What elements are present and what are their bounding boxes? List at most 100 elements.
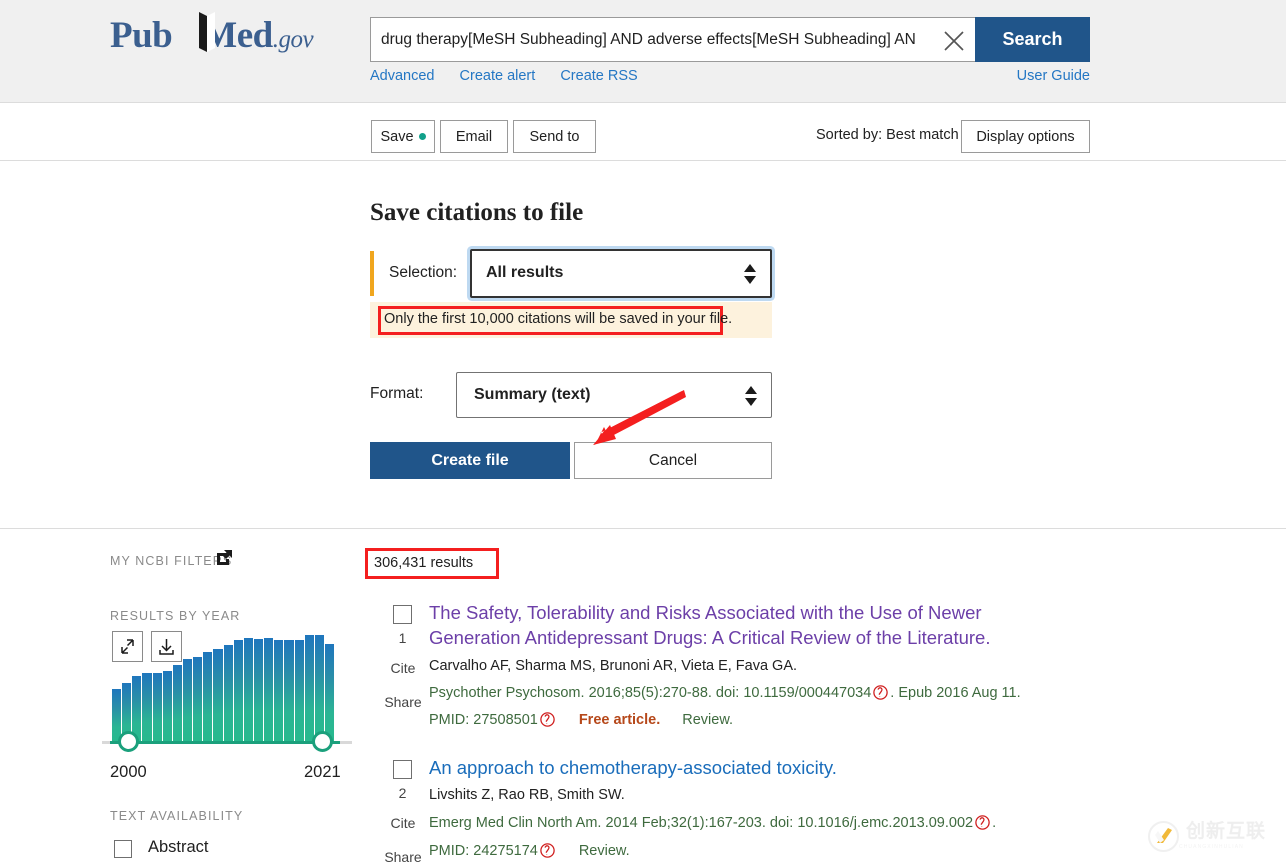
year-range-end-handle[interactable] (312, 731, 333, 752)
search-area: Search (370, 17, 1090, 62)
doi-link-icon[interactable] (540, 712, 555, 727)
download-chart-button[interactable] (151, 631, 182, 662)
search-button[interactable]: Search (975, 17, 1090, 62)
year-bar[interactable] (233, 640, 243, 743)
year-bar[interactable] (182, 658, 193, 743)
cancel-button[interactable]: Cancel (574, 442, 772, 479)
free-article-badge: Free article. (578, 712, 661, 728)
review-badge: Review. (682, 712, 734, 728)
header-links: Advanced Create alert Create RSS (370, 68, 659, 84)
year-bar[interactable] (324, 643, 335, 743)
journal-text: Emerg Med Clin North Am. 2014 Feb;32(1):… (429, 815, 974, 831)
year-bar[interactable] (314, 635, 324, 743)
cite-button[interactable]: Cite (383, 815, 423, 831)
year-bar[interactable] (193, 656, 203, 743)
year-bar[interactable] (203, 652, 213, 743)
result-checkbox[interactable] (393, 605, 412, 624)
create-rss-link[interactable]: Create RSS (560, 68, 637, 84)
save-button-label: Save (380, 128, 414, 145)
chevron-updown-icon (745, 386, 758, 406)
selection-accent-bar (370, 251, 374, 296)
expand-diagonal-icon (121, 639, 134, 654)
result-title-link[interactable]: An approach to chemotherapy-associated t… (429, 755, 1069, 780)
doi-link-icon[interactable] (873, 685, 889, 700)
year-start-label: 2000 (110, 763, 147, 781)
share-button[interactable]: Share (379, 849, 427, 862)
year-bar[interactable] (213, 649, 223, 743)
abstract-label: Abstract (148, 838, 209, 856)
year-bar[interactable] (304, 635, 314, 743)
results-by-year-chart (102, 631, 352, 752)
chevron-updown-icon (744, 264, 757, 284)
my-ncbi-filters-heading: MY NCBI FILTERS (110, 554, 233, 568)
saved-indicator-dot (418, 133, 426, 140)
cx-logo-icon (1148, 820, 1179, 852)
year-bar[interactable] (172, 665, 182, 743)
year-bar[interactable] (264, 638, 274, 743)
result-number: 1 (398, 630, 407, 646)
result-pmid-line: PMID: 27508501 Free article. Review. (429, 712, 733, 728)
search-input-wrapper (370, 17, 933, 62)
result-authors: Livshits Z, Rao RB, Smith SW. (429, 787, 625, 803)
doi-link-icon[interactable] (540, 843, 555, 858)
year-bar[interactable] (142, 672, 152, 743)
year-bar[interactable] (223, 644, 233, 743)
save-citations-panel: Save citations to file Selection: All re… (0, 161, 1286, 528)
selection-dropdown[interactable]: All results (470, 249, 772, 298)
expand-chart-button[interactable] (112, 631, 143, 662)
results-by-year-heading: RESULTS BY YEAR (110, 609, 241, 623)
pmid-text[interactable]: PMID: 24275174 (429, 843, 538, 859)
year-bar[interactable] (152, 672, 162, 743)
send-to-button[interactable]: Send to (513, 120, 596, 153)
download-icon (159, 639, 174, 655)
selection-row: Selection: All results (370, 249, 772, 298)
abstract-checkbox[interactable] (114, 840, 132, 858)
selection-value: All results (486, 264, 564, 281)
panel-title: Save citations to file (370, 199, 584, 226)
result-checkbox[interactable] (393, 760, 412, 779)
year-bar[interactable] (284, 640, 294, 743)
year-bar[interactable] (253, 639, 264, 743)
journal-suffix: . Epub 2016 Aug 11. (890, 685, 1021, 701)
create-alert-link[interactable]: Create alert (460, 68, 536, 84)
year-bar[interactable] (162, 670, 172, 743)
year-bar[interactable] (243, 638, 253, 743)
format-value: Summary (text) (474, 386, 591, 403)
pmid-text[interactable]: PMID: 27508501 (429, 712, 538, 728)
pubmed-search-results-page: Pub Med.gov Search Advanced Create alert … (0, 0, 1286, 862)
user-guide-link[interactable]: User Guide (1017, 68, 1090, 84)
result-title-link[interactable]: The Safety, Tolerability and Risks Assoc… (429, 600, 1069, 650)
format-label: Format: (370, 385, 424, 402)
review-badge: Review. (578, 843, 630, 859)
result-number: 2 (398, 785, 407, 801)
year-range-slider-track[interactable] (110, 741, 340, 744)
watermark: 创新互联 CHUANGXINHULIAN (1148, 818, 1276, 854)
share-button[interactable]: Share (379, 694, 427, 710)
doi-link-icon[interactable] (975, 815, 990, 830)
format-dropdown[interactable]: Summary (text) (456, 372, 772, 418)
text-availability-heading: TEXT AVAILABILITY (110, 809, 244, 823)
close-icon (944, 31, 964, 51)
watermark-subtext: CHUANGXINHULIAN (1179, 844, 1244, 850)
search-input[interactable] (371, 18, 933, 61)
year-bar[interactable] (274, 640, 284, 743)
results-action-bar: Save Email Send to Sorted by: Best match… (0, 104, 1286, 161)
save-button[interactable]: Save (371, 120, 435, 153)
cite-button[interactable]: Cite (383, 660, 423, 676)
display-options-button[interactable]: Display options (961, 120, 1090, 153)
year-range-start-handle[interactable] (118, 731, 139, 752)
clear-search-button[interactable] (933, 17, 975, 62)
pubmed-logo[interactable]: Pub Med.gov (110, 14, 314, 57)
create-file-button[interactable]: Create file (370, 442, 570, 479)
result-pmid-line: PMID: 24275174 Review. (429, 843, 630, 859)
site-header: Pub Med.gov Search Advanced Create alert … (0, 0, 1286, 103)
year-bar[interactable] (294, 640, 304, 743)
year-end-label: 2021 (304, 763, 341, 781)
slider-track-right-extension (340, 741, 352, 744)
advanced-link[interactable]: Advanced (370, 68, 435, 84)
external-link-icon[interactable] (217, 550, 232, 565)
logo-text-gov: .gov (272, 26, 314, 53)
journal-suffix: . (992, 815, 997, 831)
email-button[interactable]: Email (440, 120, 508, 153)
sorted-by-label: Sorted by: Best match (816, 127, 959, 143)
